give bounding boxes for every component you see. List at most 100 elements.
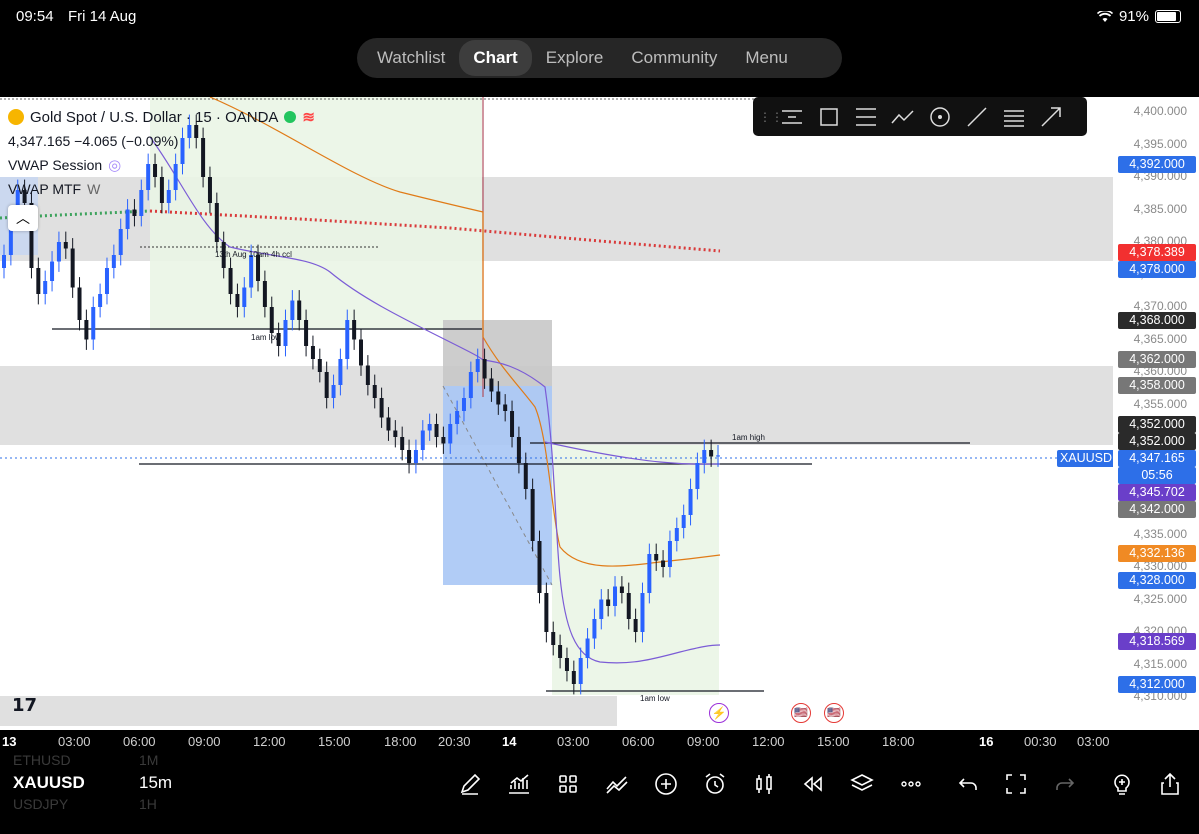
price-label: 4,362.000 bbox=[1118, 350, 1196, 368]
candle-body bbox=[496, 391, 501, 405]
draw-button[interactable] bbox=[454, 768, 486, 800]
price-label: 4,352.000 bbox=[1118, 415, 1196, 433]
pencil-icon bbox=[460, 773, 481, 795]
chart-type-icon bbox=[509, 774, 529, 794]
candle-body bbox=[331, 385, 336, 398]
add-button[interactable] bbox=[650, 768, 682, 800]
candle-body bbox=[688, 489, 693, 515]
horizontal-line-tool-icon[interactable] bbox=[778, 103, 806, 131]
time-axis[interactable]: 13 03:00 06:00 09:00 12:00 15:00 18:00 20:30 14 0… bbox=[0, 730, 1199, 754]
collapse-legend-button[interactable]: ︿ bbox=[8, 205, 38, 231]
symbol-selector[interactable]: XAUUSD bbox=[13, 773, 85, 793]
candle-body bbox=[214, 203, 219, 242]
alert-button[interactable] bbox=[699, 768, 731, 800]
redo-icon bbox=[1056, 778, 1075, 790]
drawing-toolbar: ⋮⋮ bbox=[753, 97, 1087, 136]
candle-body bbox=[118, 229, 123, 255]
candle-body bbox=[695, 463, 700, 489]
candle-body bbox=[468, 372, 473, 398]
more-lines-tool-icon[interactable] bbox=[1000, 103, 1028, 131]
candle-body bbox=[317, 359, 322, 372]
tab-chart[interactable]: Chart bbox=[459, 40, 532, 76]
tab-community[interactable]: Community bbox=[617, 40, 731, 76]
indicator-loading-icon: ◎ bbox=[108, 157, 122, 174]
battery-percent: 91% bbox=[1118, 8, 1149, 25]
legend-indicator-vwap[interactable]: VWAP Session ◎ bbox=[8, 153, 315, 177]
candle-body bbox=[132, 209, 137, 216]
candle-body bbox=[564, 658, 569, 671]
candle-body bbox=[619, 586, 624, 593]
candle-body bbox=[633, 619, 638, 632]
time-tick: 15:00 bbox=[318, 734, 351, 749]
candle-body bbox=[681, 515, 686, 528]
candle-body bbox=[386, 417, 391, 431]
time-tick: 18:00 bbox=[882, 734, 915, 749]
market-open-icon bbox=[284, 111, 297, 123]
ideas-button[interactable] bbox=[1106, 768, 1138, 800]
time-tick: 13 bbox=[2, 734, 17, 749]
price-tick: 4,370.000 bbox=[1133, 299, 1187, 313]
price-scale[interactable]: 4,400.000 4,395.000 4,390.000 4,385.000 4,38… bbox=[1113, 97, 1199, 730]
long-target-zone bbox=[552, 445, 719, 695]
layers-icon bbox=[850, 774, 874, 791]
interval-selector[interactable]: 15m bbox=[139, 773, 172, 793]
candle-body bbox=[63, 242, 68, 249]
layouts-button[interactable] bbox=[552, 768, 584, 800]
circle-tool-icon[interactable] bbox=[926, 103, 954, 131]
trend-line-tool-icon[interactable] bbox=[963, 103, 991, 131]
wifi-icon bbox=[1096, 10, 1113, 22]
undo-button[interactable] bbox=[952, 768, 984, 800]
replay-button[interactable] bbox=[797, 768, 829, 800]
compare-button[interactable] bbox=[601, 768, 633, 800]
time-tick: 16 bbox=[979, 734, 994, 749]
legend-price-values: 4,347.165 −4.065 (−0.09%) bbox=[8, 133, 179, 149]
undo-icon bbox=[958, 778, 977, 790]
candle-body bbox=[647, 554, 652, 593]
tab-explore[interactable]: Explore bbox=[532, 40, 618, 76]
redo-button[interactable] bbox=[1049, 768, 1081, 800]
price-label: 4,332.136 bbox=[1118, 544, 1196, 562]
price-range-tool-icon[interactable] bbox=[852, 103, 880, 131]
rectangle-tool-icon[interactable] bbox=[815, 103, 843, 131]
time-tick: 15:00 bbox=[817, 734, 850, 749]
price-label: 4,345.702 bbox=[1118, 483, 1196, 501]
arrow-tool-icon[interactable] bbox=[1037, 103, 1065, 131]
time-tick: 09:00 bbox=[687, 734, 720, 749]
candle-body bbox=[324, 372, 329, 398]
alarm-clock-icon bbox=[705, 773, 725, 794]
candle-body bbox=[599, 599, 604, 619]
candle-body bbox=[43, 281, 48, 294]
drag-handle-icon[interactable]: ⋮⋮ bbox=[759, 110, 783, 124]
nav-pill: Watchlist Chart Explore Community Menu bbox=[357, 38, 842, 78]
share-button[interactable] bbox=[1154, 768, 1186, 800]
tradingview-logo-icon: 𝟭𝟳 bbox=[12, 695, 38, 715]
candles-button[interactable] bbox=[748, 768, 780, 800]
path-tool-icon[interactable] bbox=[889, 103, 917, 131]
legend-indicator-mtf[interactable]: VWAP MTF W bbox=[8, 177, 315, 201]
fullscreen-button[interactable] bbox=[1000, 768, 1032, 800]
candle-body bbox=[674, 528, 679, 541]
ghost-interval-1: 1M bbox=[139, 752, 159, 768]
price-label: 4,342.000 bbox=[1118, 500, 1196, 518]
legend-symbol-row[interactable]: Gold Spot / U.S. Dollar · 15 · OANDA ≋ bbox=[8, 105, 315, 129]
candle-body bbox=[461, 398, 466, 411]
candle-body bbox=[537, 541, 542, 593]
flash-event-icon[interactable]: ⚡ bbox=[709, 703, 729, 723]
indicator-vwap-label: VWAP Session bbox=[8, 157, 103, 173]
us-event-icon-2[interactable]: 🇺🇸 bbox=[824, 703, 844, 723]
chart-area[interactable]: Gold Spot / U.S. Dollar · 15 · OANDA ≋ 4… bbox=[0, 97, 1199, 730]
bottom-zone bbox=[0, 696, 617, 726]
candle-body bbox=[510, 411, 515, 437]
candle-body bbox=[91, 307, 96, 340]
price-tick: 4,325.000 bbox=[1133, 591, 1187, 606]
tab-menu[interactable]: Menu bbox=[731, 40, 802, 76]
candle-body bbox=[125, 209, 130, 229]
candle-body bbox=[413, 450, 418, 463]
tab-watchlist[interactable]: Watchlist bbox=[363, 40, 459, 76]
us-event-icon-1[interactable]: 🇺🇸 bbox=[791, 703, 811, 723]
chart-type-button[interactable] bbox=[503, 768, 535, 800]
more-button[interactable] bbox=[895, 768, 927, 800]
candle-body bbox=[352, 320, 357, 340]
candle-body bbox=[530, 489, 535, 541]
layers-button[interactable] bbox=[846, 768, 878, 800]
